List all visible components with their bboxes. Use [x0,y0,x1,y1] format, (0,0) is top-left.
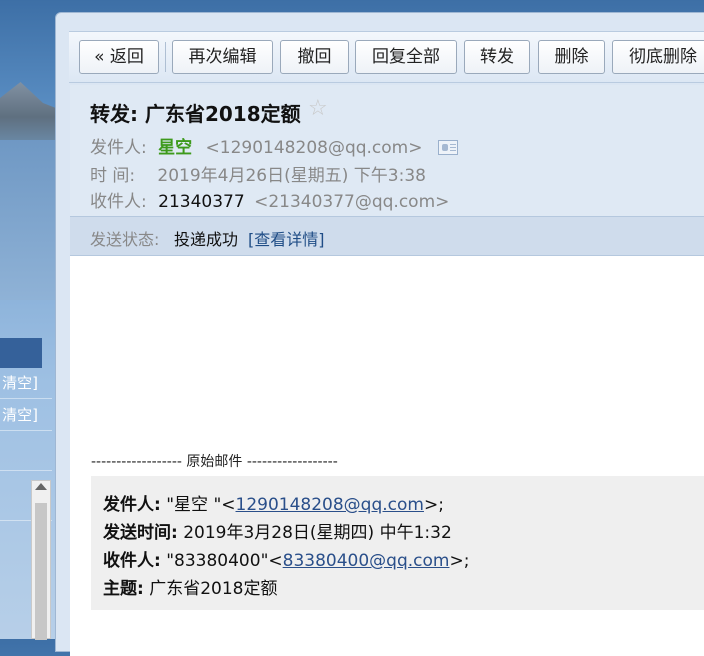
recipient-email: <21340377@qq.com> [254,192,450,212]
from-row: 发件人: 星空 <1290148208@qq.com> [90,133,458,158]
mail-toolbar: « 返回 再次编辑 撤回 回复全部 转发 删除 彻底删除 [69,31,704,83]
view-details-link[interactable]: [查看详情] [248,226,325,250]
delete-permanently-button[interactable]: 彻底删除 [612,40,704,74]
original-subject-value: 广东省2018定额 [149,579,278,599]
mail-window: « 返回 再次编辑 撤回 回复全部 转发 删除 彻底删除 转发: 广东省2018… [55,12,704,656]
original-from-label: 发件人: [103,495,161,515]
wallpaper-strip [0,0,60,639]
toolbar-separator [165,42,166,72]
sidebar-divider [0,470,52,471]
time-label: 时 间: [90,166,136,186]
to-label: 收件人: [90,192,147,212]
original-from-suffix: >; [423,495,444,515]
original-sent-row: 发送时间: 2019年3月28日(星期四) 中午1:32 [103,518,452,543]
contact-card-icon[interactable] [437,140,458,155]
sidebar-clear-link-1[interactable]: 清空] [0,372,42,393]
mail-body: ------------------ 原始邮件 ----------------… [70,256,704,656]
original-mail-quote: 发件人: "星空 "<1290148208@qq.com>; 发送时间: 201… [91,476,704,610]
original-sent-label: 发送时间: [103,523,178,543]
original-from-row: 发件人: "星空 "<1290148208@qq.com>; [103,490,444,515]
back-button[interactable]: « 返回 [79,40,159,74]
sender-email: <1290148208@qq.com> [205,138,423,158]
sidebar-scrollbar[interactable] [31,480,51,640]
scroll-up-arrow-icon[interactable] [35,483,47,490]
scrollbar-thumb[interactable] [35,503,47,640]
time-row: 时 间: 2019年4月26日(星期五) 下午3:38 [90,161,426,186]
original-to-prefix: "83380400"< [166,551,283,571]
original-sent-value: 2019年3月28日(星期四) 中午1:32 [183,523,452,543]
delivery-status-bar: 发送状态: 投递成功 [查看详情] [70,216,704,256]
reply-all-button[interactable]: 回复全部 [355,40,457,74]
original-to-email-link[interactable]: 83380400@qq.com [283,551,450,571]
recall-button[interactable]: 撤回 [280,40,349,74]
original-mail-divider: ------------------ 原始邮件 ----------------… [91,454,338,470]
time-value: 2019年4月26日(星期五) 下午3:38 [157,166,426,186]
from-label: 发件人: [90,138,147,158]
original-subject-label: 主题: [103,579,144,599]
original-to-row: 收件人: "83380400"<83380400@qq.com>; [103,546,469,571]
original-from-email-link[interactable]: 1290148208@qq.com [236,495,424,515]
forward-button[interactable]: 转发 [464,40,530,74]
delete-button[interactable]: 删除 [538,40,605,74]
original-to-suffix: >; [449,551,470,571]
original-from-prefix: "星空 "< [166,495,236,515]
sidebar-divider [0,430,52,431]
sidebar-divider [0,398,52,399]
mail-subject: 转发: 广东省2018定额 [90,102,301,126]
wallpaper-water [0,140,60,300]
recipient-name[interactable]: 21340377 [158,192,245,212]
sidebar-clear-link-2[interactable]: 清空] [0,404,42,425]
status-value: 投递成功 [174,230,239,249]
status-label: 发送状态: [90,230,160,249]
wallpaper-mountain [0,82,60,145]
original-subject-row: 主题: 广东省2018定额 [103,574,277,599]
to-row: 收件人: 21340377 <21340377@qq.com> [90,187,449,212]
mail-header: 转发: 广东省2018定额 ☆ 发件人: 星空 <1290148208@qq.c… [70,85,704,220]
sender-name[interactable]: 星空 [158,138,192,158]
star-icon[interactable]: ☆ [308,96,328,121]
original-to-label: 收件人: [103,551,161,571]
reedit-button[interactable]: 再次编辑 [172,40,273,74]
sidebar-highlight-block [0,338,42,368]
